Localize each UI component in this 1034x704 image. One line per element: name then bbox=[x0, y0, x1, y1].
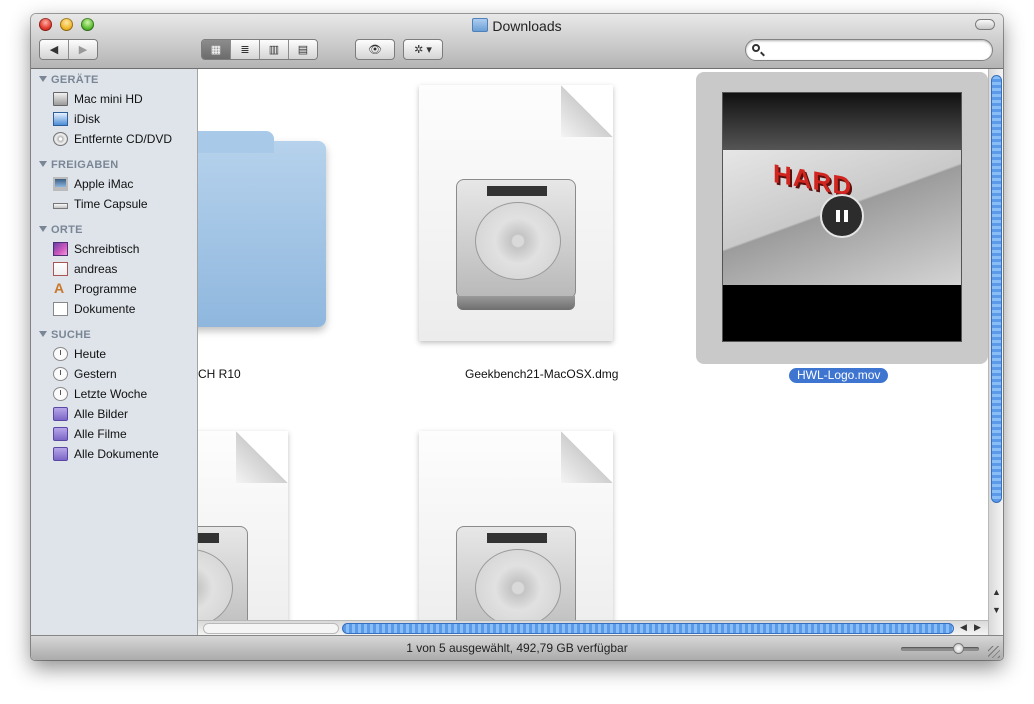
back-button[interactable]: ◀ bbox=[40, 40, 69, 59]
time-capsule-icon bbox=[53, 203, 68, 209]
drive-label bbox=[198, 533, 219, 543]
cd-icon bbox=[53, 132, 68, 146]
sidebar-item-documents[interactable]: Dokumente bbox=[53, 300, 135, 318]
hard-drive-icon bbox=[198, 526, 248, 635]
list-view-button[interactable]: ≣ bbox=[231, 40, 260, 59]
disk-image-file[interactable] bbox=[198, 431, 288, 635]
file-name-label[interactable]: CH R10 bbox=[198, 367, 241, 381]
sidebar-item-applications[interactable]: Programme bbox=[53, 280, 137, 298]
page-curl bbox=[236, 431, 288, 483]
disclosure-triangle-icon bbox=[39, 331, 47, 337]
horizontal-scroll-track[interactable] bbox=[203, 623, 339, 634]
applications-icon bbox=[53, 280, 68, 296]
smart-folder-icon bbox=[53, 427, 68, 441]
sidebar-item-last-week[interactable]: Letzte Woche bbox=[53, 385, 147, 403]
video-frame-top bbox=[723, 93, 961, 150]
drive-label bbox=[487, 186, 547, 196]
coverflow-view-button[interactable]: ▤ bbox=[289, 40, 317, 59]
clock-icon bbox=[53, 387, 68, 401]
window-title: Downloads bbox=[31, 18, 1003, 34]
selected-file-name-label[interactable]: HWL-Logo.mov bbox=[789, 368, 889, 383]
toolbar-toggle-button[interactable] bbox=[975, 19, 995, 30]
scroll-up-arrow[interactable]: ▲ bbox=[992, 587, 1001, 597]
clock-icon bbox=[53, 347, 68, 361]
horizontal-scroll-thumb[interactable] bbox=[342, 623, 954, 634]
sidebar-section-devices[interactable]: GERÄTE bbox=[39, 74, 99, 86]
vertical-scrollbar[interactable]: ▲ ▼ bbox=[988, 69, 1003, 635]
back-forward-control: ◀ ▶ bbox=[39, 39, 98, 60]
title-bar: Downloads ◀ ▶ ▦ ≣ ▥ ▤ 👁 ✲ ▾ bbox=[31, 14, 1003, 69]
hard-drive-icon bbox=[456, 526, 576, 635]
desktop-icon bbox=[53, 242, 68, 256]
sidebar-item-apple-imac[interactable]: Apple iMac bbox=[53, 175, 133, 193]
status-bar: 1 von 5 ausgewählt, 492,79 GB verfügbar bbox=[31, 635, 1003, 660]
disk-image-file[interactable] bbox=[419, 85, 613, 341]
sidebar-item-remote-cd[interactable]: Entfernte CD/DVD bbox=[53, 130, 172, 148]
vertical-scroll-thumb[interactable] bbox=[991, 75, 1002, 503]
drive-platter bbox=[198, 549, 233, 627]
icon-size-slider[interactable] bbox=[901, 643, 979, 654]
disclosure-triangle-icon bbox=[39, 76, 47, 82]
quicklook-button[interactable]: 👁 bbox=[355, 39, 395, 60]
view-mode-control: ▦ ≣ ▥ ▤ bbox=[201, 39, 318, 60]
drive-vent bbox=[457, 296, 575, 310]
smart-folder-icon bbox=[53, 407, 68, 421]
pause-button[interactable] bbox=[820, 194, 864, 238]
icon-size-slider-knob[interactable] bbox=[953, 643, 964, 654]
file-icon-grid: CH R10 Geekbench21-MacOSX.dmg HARD HWL-L… bbox=[198, 69, 988, 635]
movie-preview[interactable]: HARD bbox=[722, 92, 962, 342]
sidebar-item-all-movies[interactable]: Alle Filme bbox=[53, 425, 127, 443]
drive-platter bbox=[475, 549, 561, 627]
search-icon bbox=[752, 44, 760, 52]
sidebar-item-all-documents[interactable]: Alle Dokumente bbox=[53, 445, 159, 463]
file-name-label[interactable]: Geekbench21-MacOSX.dmg bbox=[465, 367, 618, 381]
drive-platter bbox=[475, 202, 561, 280]
icon-view-button[interactable]: ▦ bbox=[202, 40, 231, 59]
page-curl bbox=[561, 85, 613, 137]
sidebar-item-today[interactable]: Heute bbox=[53, 345, 106, 363]
status-text: 1 von 5 ausgewählt, 492,79 GB verfügbar bbox=[406, 641, 628, 655]
sidebar-item-mac-mini-hd[interactable]: Mac mini HD bbox=[53, 90, 143, 108]
sidebar-item-yesterday[interactable]: Gestern bbox=[53, 365, 117, 383]
downloads-folder-icon bbox=[472, 18, 489, 32]
search-field[interactable] bbox=[745, 39, 993, 61]
disk-image-file[interactable] bbox=[419, 431, 613, 635]
scroll-down-arrow[interactable]: ▼ bbox=[992, 605, 1001, 615]
smart-folder-icon bbox=[53, 447, 68, 461]
folder-icon[interactable] bbox=[198, 131, 326, 327]
hard-drive-icon bbox=[53, 92, 68, 106]
home-icon bbox=[53, 262, 68, 276]
forward-button[interactable]: ▶ bbox=[69, 40, 97, 59]
column-view-button[interactable]: ▥ bbox=[260, 40, 289, 59]
disclosure-triangle-icon bbox=[39, 226, 47, 232]
sidebar-item-idisk[interactable]: iDisk bbox=[53, 110, 100, 128]
horizontal-scrollbar[interactable]: ◀ ▶ bbox=[198, 620, 988, 636]
sidebar-section-shared[interactable]: FREIGABEN bbox=[39, 159, 118, 171]
window-title-text: Downloads bbox=[492, 18, 562, 34]
sidebar-item-home[interactable]: andreas bbox=[53, 260, 117, 278]
sidebar-item-desktop[interactable]: Schreibtisch bbox=[53, 240, 139, 258]
hard-drive-icon bbox=[456, 179, 576, 310]
scroll-right-arrow[interactable]: ▶ bbox=[974, 622, 981, 633]
documents-icon bbox=[53, 302, 68, 316]
sidebar-section-search[interactable]: SUCHE bbox=[39, 329, 91, 341]
page-curl bbox=[561, 431, 613, 483]
drive-label bbox=[487, 533, 547, 543]
scroll-left-arrow[interactable]: ◀ bbox=[960, 622, 967, 633]
idisk-icon bbox=[53, 112, 68, 126]
action-menu-button[interactable]: ✲ ▾ bbox=[403, 39, 443, 60]
sidebar-section-places[interactable]: ORTE bbox=[39, 224, 83, 236]
imac-icon bbox=[53, 177, 68, 191]
sidebar-item-time-capsule[interactable]: Time Capsule bbox=[53, 195, 148, 213]
sidebar: GERÄTE Mac mini HD iDisk Entfernte CD/DV… bbox=[31, 69, 198, 635]
search-input[interactable] bbox=[768, 42, 987, 60]
sidebar-item-all-images[interactable]: Alle Bilder bbox=[53, 405, 128, 423]
clock-icon bbox=[53, 367, 68, 381]
disclosure-triangle-icon bbox=[39, 161, 47, 167]
resize-grip-icon[interactable] bbox=[988, 646, 1000, 658]
finder-window: Downloads ◀ ▶ ▦ ≣ ▥ ▤ 👁 ✲ ▾ GERÄTE Mac m… bbox=[31, 14, 1003, 660]
